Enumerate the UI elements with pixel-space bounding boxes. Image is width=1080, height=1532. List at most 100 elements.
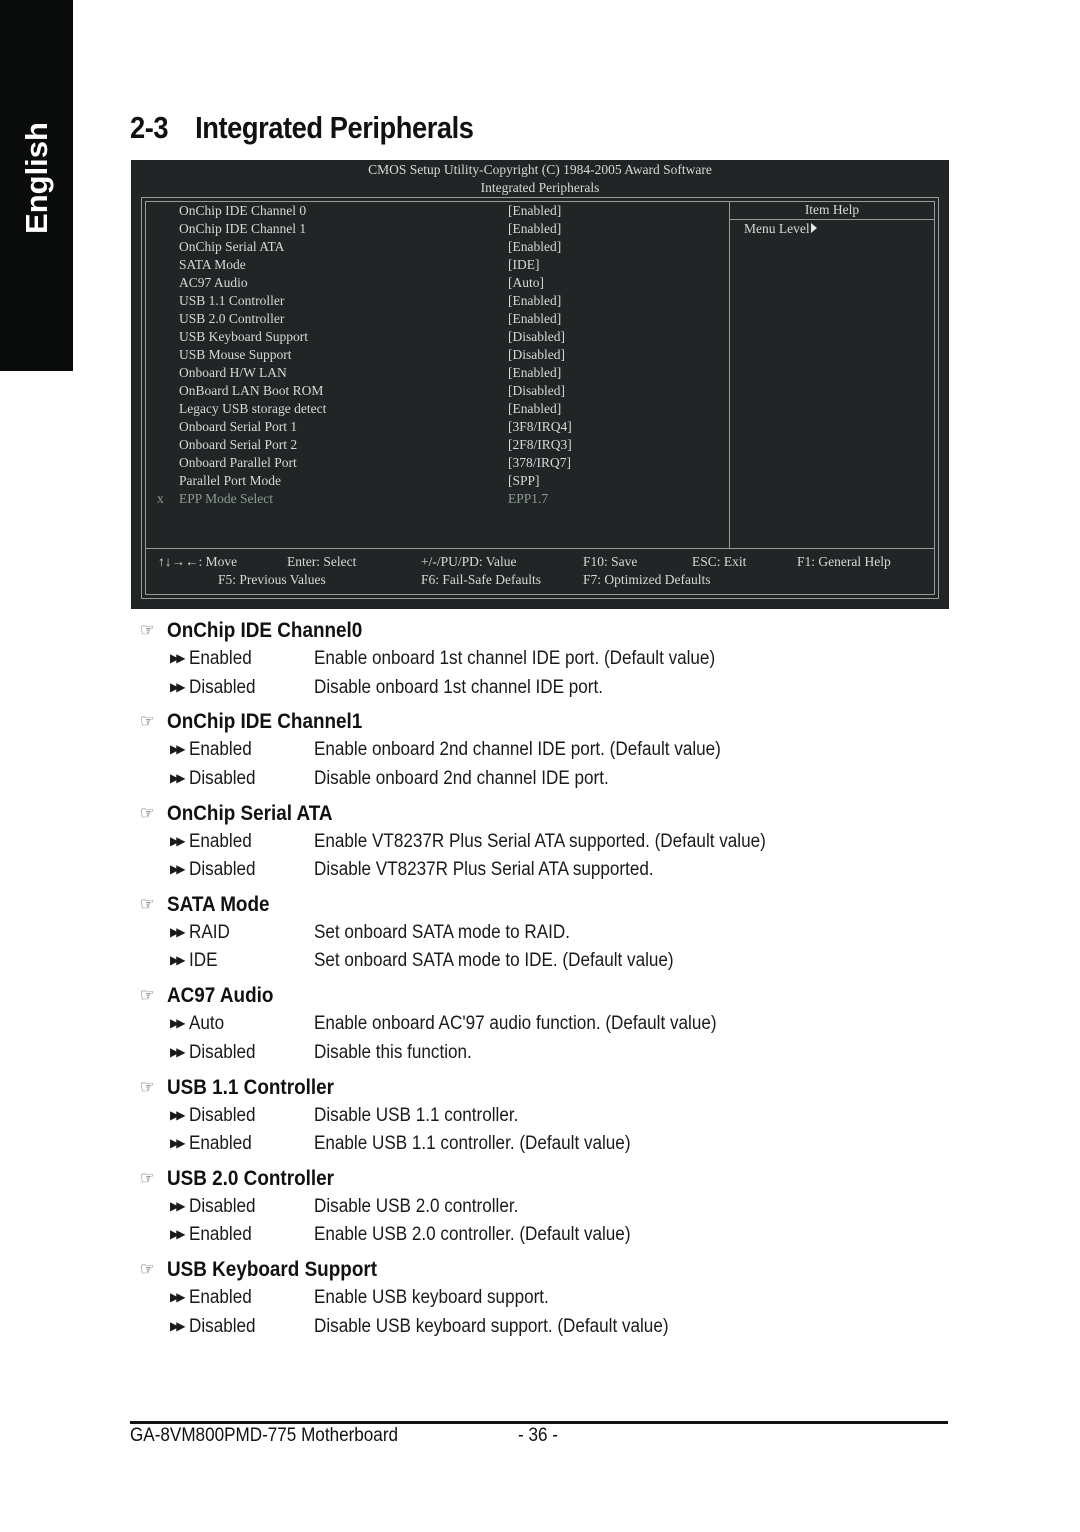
bios-setting-value[interactable]: [Enabled]: [508, 221, 561, 237]
option-choice: ▶▶ RAID Set onboard SATA mode to RAID.: [170, 922, 570, 944]
bios-setting-value[interactable]: [Disabled]: [508, 383, 565, 399]
choice-name: Enabled: [189, 1224, 252, 1246]
option-choice: ▶▶ Enabled Enable USB 2.0 controller. (Def…: [170, 1224, 631, 1246]
bios-setting-value[interactable]: [378/IRQ7]: [508, 455, 571, 471]
choice-name: Disabled: [189, 676, 256, 698]
bios-setting-label: USB Mouse Support: [179, 347, 292, 362]
bios-setting-label: OnChip Serial ATA: [179, 239, 285, 254]
option-title: AC97 Audio: [167, 984, 274, 1008]
disabled-marker: x: [157, 491, 164, 506]
bios-setting-value[interactable]: [SPP]: [508, 473, 540, 489]
bios-setting-label: OnChip IDE Channel 1: [179, 221, 307, 236]
bios-menu-title: Integrated Peripherals: [480, 180, 600, 195]
double-arrow-icon: ▶▶: [170, 679, 185, 694]
bios-inner-frame: Item Help Menu Level OnChip IDE Channel …: [145, 201, 935, 595]
pointing-hand-icon: ☞: [140, 1076, 155, 1097]
double-arrow-icon: ▶▶: [170, 651, 185, 665]
option-title: OnChip Serial ATA: [167, 801, 333, 825]
choice-description: Disable USB 2.0 controller.: [314, 1195, 519, 1217]
option-choice: ▶▶ Disabled Disable USB keyboard support. …: [170, 1316, 669, 1338]
option-choice: ▶▶ Disabled Disable onboard 1st channel ID…: [170, 677, 603, 699]
option-title: OnChip IDE Channel0: [167, 619, 363, 642]
footer-page-number: - 36 -: [518, 1425, 558, 1446]
section-heading: Integrated Peripherals: [195, 110, 474, 145]
key-value: +/-/PU/PD: Value: [421, 554, 517, 569]
menu-level-label: Menu Level: [744, 221, 810, 236]
double-arrow-icon: ▶▶: [170, 742, 185, 757]
choice-name: Disabled: [189, 1195, 256, 1217]
choice-name: Disabled: [189, 1104, 256, 1126]
key-enter: Enter: Select: [287, 554, 357, 569]
choice-description: Disable onboard 2nd channel IDE port.: [314, 767, 609, 789]
option-choice: ▶▶ Auto Enable onboard AC'97 audio functio…: [170, 1013, 717, 1035]
double-arrow-icon: ▶▶: [170, 1290, 185, 1305]
choice-name: Enabled: [189, 1133, 252, 1154]
bios-column-divider: [729, 202, 730, 548]
bios-setting-value[interactable]: [Enabled]: [508, 293, 561, 309]
language-label: English: [19, 122, 54, 234]
bios-setting-value[interactable]: [Auto]: [508, 275, 544, 291]
bios-setting-label: EPP Mode Select: [179, 491, 273, 506]
bios-screenshot: CMOS Setup Utility-Copyright (C) 1984-20…: [131, 160, 949, 609]
option-title: USB Keyboard Support: [167, 1258, 378, 1282]
bios-setting-value[interactable]: [Enabled]: [508, 311, 561, 327]
choice-name: Auto: [189, 1013, 225, 1035]
option-heading: ☞ OnChip IDE Channel0: [140, 619, 363, 643]
option-choice: ▶▶ Enabled Enable onboard 2nd channel IDE …: [170, 739, 721, 761]
option-title: USB 1.1 Controller: [167, 1075, 334, 1099]
option-title: USB 2.0 Controller: [167, 1166, 334, 1190]
choice-description: Disable USB 1.1 controller.: [314, 1104, 519, 1126]
choice-description: Disable onboard 1st channel IDE port.: [314, 676, 603, 698]
option-heading: ☞ OnChip IDE Channel1: [140, 710, 362, 734]
choice-description: Enable VT8237R Plus Serial ATA supported…: [314, 830, 766, 852]
bios-setting-label: Onboard Parallel Port: [179, 455, 297, 470]
bios-setting-label: SATA Mode: [179, 257, 246, 272]
bios-setting-value[interactable]: [Enabled]: [508, 365, 561, 381]
choice-name: Enabled: [189, 648, 252, 669]
option-choice: ▶▶ Disabled Disable VT8237R Plus Serial AT…: [170, 859, 654, 881]
choice-name: Disabled: [189, 1315, 256, 1337]
choice-description: Disable this function.: [314, 1041, 472, 1063]
option-heading: ☞ USB 1.1 Controller: [140, 1075, 334, 1100]
option-heading: ☞ OnChip Serial ATA: [140, 801, 333, 826]
choice-name: Enabled: [189, 739, 252, 761]
choice-name: Disabled: [189, 1041, 256, 1063]
bios-setting-value[interactable]: [IDE]: [508, 257, 539, 273]
option-choice: ▶▶ Disabled Disable USB 2.0 controller.: [170, 1196, 518, 1218]
section-number: 2-3: [130, 110, 169, 145]
bios-setting-value[interactable]: [Disabled]: [508, 347, 565, 363]
key-exit: ESC: Exit: [692, 554, 747, 569]
bios-setting-label: OnChip IDE Channel 0: [179, 203, 307, 218]
choice-name: Disabled: [189, 859, 256, 881]
option-choice: ▶▶ Disabled Disable USB 1.1 controller.: [170, 1105, 518, 1127]
option-choice: ▶▶ Enabled Enable USB 1.1 controller. (Def…: [170, 1133, 631, 1155]
bios-setting-value[interactable]: EPP1.7: [508, 491, 548, 507]
bios-setting-label: OnBoard LAN Boot ROM: [179, 383, 324, 398]
double-arrow-icon: ▶▶: [170, 833, 185, 848]
bios-setting-value[interactable]: [Disabled]: [508, 329, 565, 345]
bios-setting-value[interactable]: [Enabled]: [508, 239, 561, 255]
double-arrow-icon: ▶▶: [170, 1107, 185, 1122]
key-general-help: F1: General Help: [797, 554, 891, 569]
option-heading: ☞ AC97 Audio: [140, 984, 274, 1008]
bios-setting-label: USB Keyboard Support: [179, 329, 308, 344]
choice-description: Enable onboard 1st channel IDE port. (De…: [314, 648, 716, 669]
language-side-tab: English: [0, 0, 73, 371]
double-arrow-icon: ▶▶: [170, 1136, 185, 1150]
option-choice: ▶▶ Enabled Enable onboard 1st channel IDE …: [170, 648, 715, 670]
menu-level-arrow-icon: [810, 223, 817, 233]
bios-setting-label: USB 2.0 Controller: [179, 311, 285, 326]
key-previous-values: F5: Previous Values: [218, 572, 326, 587]
bios-setting-label: USB 1.1 Controller: [179, 293, 285, 308]
bios-setting-value[interactable]: [3F8/IRQ4]: [508, 419, 572, 435]
choice-description: Set onboard SATA mode to IDE. (Default v…: [314, 950, 674, 972]
bios-outer-frame: Item Help Menu Level OnChip IDE Channel …: [141, 197, 939, 599]
bios-setting-value[interactable]: [2F8/IRQ3]: [508, 437, 572, 453]
option-choice: ▶▶ Enabled Enable VT8237R Plus Serial ATA …: [170, 831, 766, 853]
double-arrow-icon: ▶▶: [170, 1044, 185, 1059]
bios-setting-label: Parallel Port Mode: [179, 473, 281, 488]
bios-setting-value[interactable]: [Enabled]: [508, 401, 561, 417]
bios-setting-label: Legacy USB storage detect: [179, 401, 327, 416]
bios-setting-value[interactable]: [Enabled]: [508, 203, 561, 219]
double-arrow-icon: ▶▶: [170, 1318, 185, 1333]
